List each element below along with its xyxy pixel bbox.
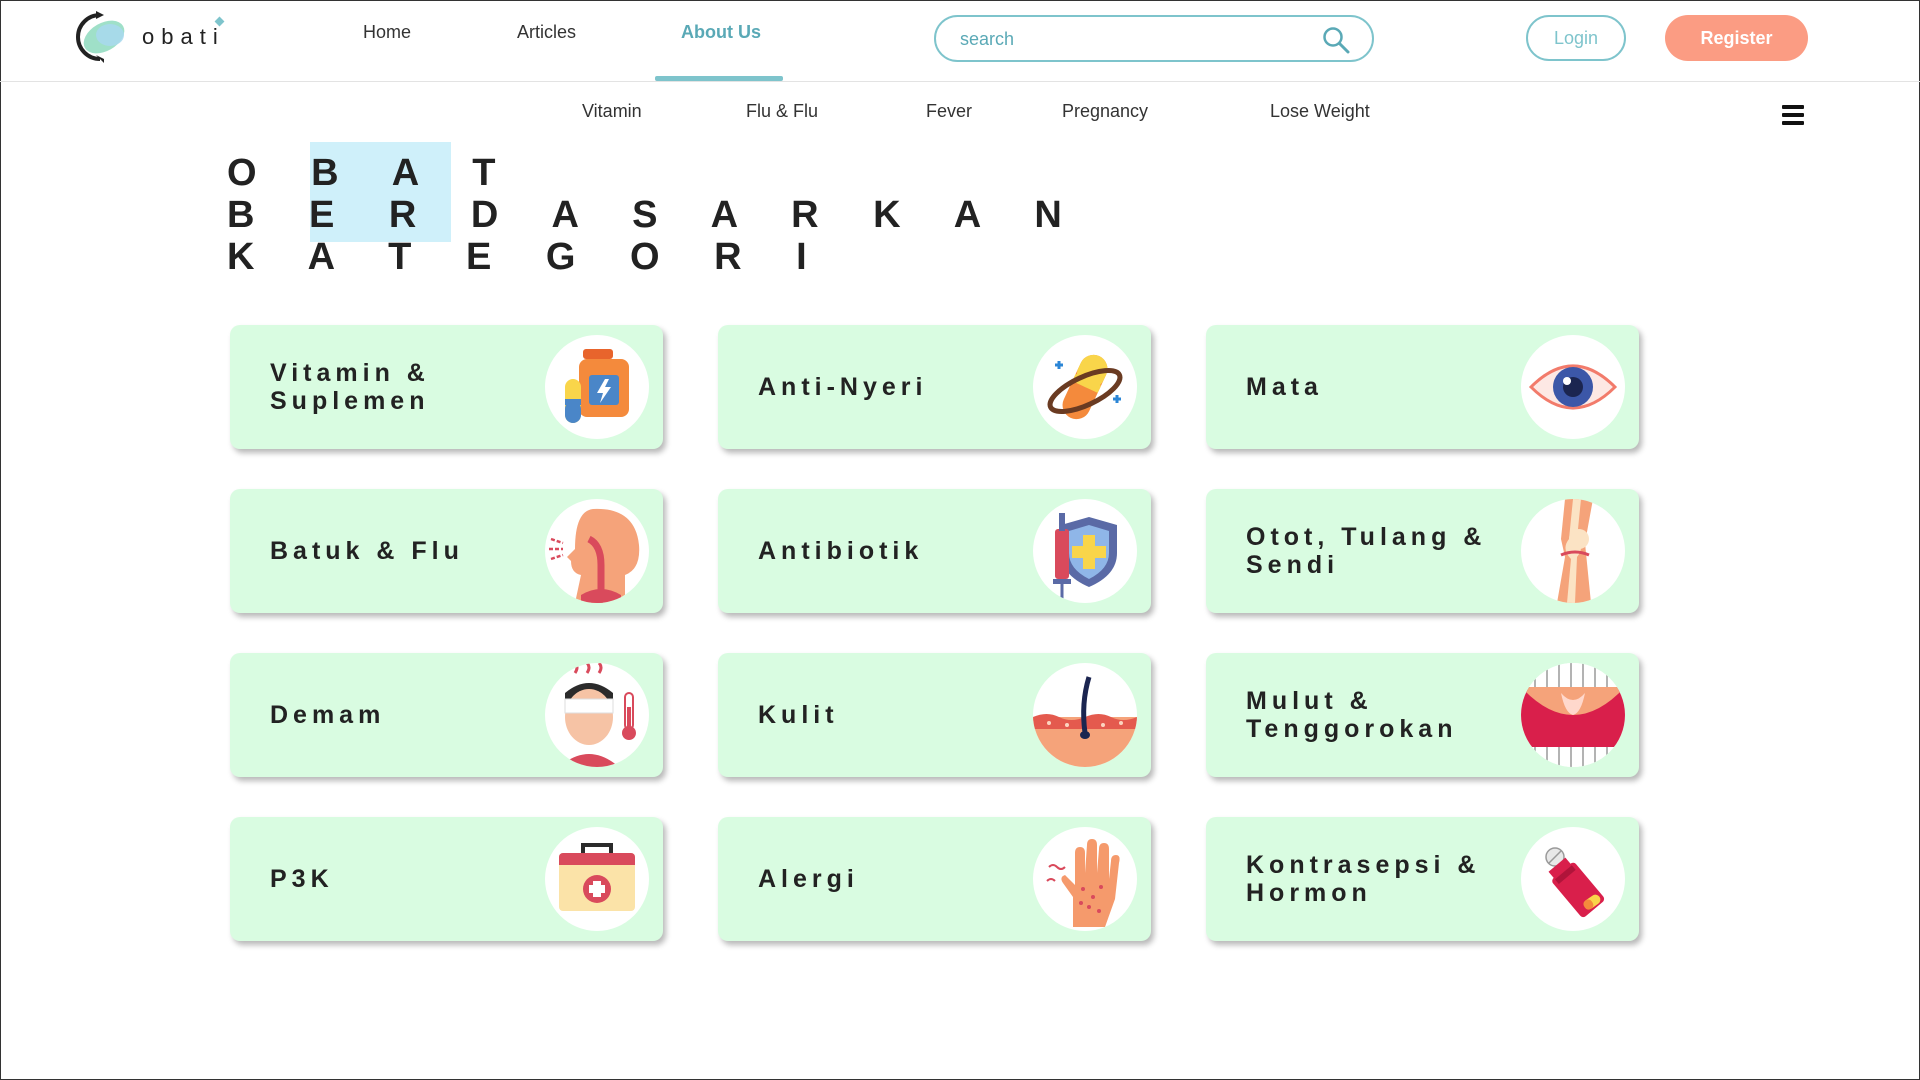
nav-home[interactable]: Home: [363, 22, 411, 43]
subnav-flu[interactable]: Flu & Flu: [746, 101, 818, 122]
category-label: Batuk & Flu: [270, 537, 464, 565]
eye-icon: [1521, 335, 1625, 439]
category-card-antibiotik[interactable]: Antibiotik: [718, 489, 1151, 613]
category-card-mata[interactable]: Mata: [1206, 325, 1639, 449]
vitamin-bottle-icon: [545, 335, 649, 439]
nav-articles[interactable]: Articles: [517, 22, 576, 43]
nav-about-us[interactable]: About Us: [681, 22, 761, 43]
category-label: Kulit: [758, 701, 839, 729]
contraceptive-pills-icon: [1521, 827, 1625, 931]
register-button[interactable]: Register: [1665, 15, 1808, 61]
cough-throat-icon: [545, 499, 649, 603]
category-card-alergi[interactable]: Alergi: [718, 817, 1151, 941]
category-label: Vitamin & Suplemen: [270, 359, 430, 415]
category-card-otot-tulang[interactable]: Otot, Tulang & Sendi: [1206, 489, 1639, 613]
category-label: Antibiotik: [758, 537, 924, 565]
category-card-anti-nyeri[interactable]: Anti-Nyeri: [718, 325, 1151, 449]
category-label: Mata: [1246, 373, 1323, 401]
category-label: Mulut & Tenggorokan: [1246, 687, 1458, 743]
top-header: obati Home Articles About Us Login Regis…: [0, 0, 1920, 82]
skin-hair-icon: [1033, 663, 1137, 767]
category-label: Alergi: [758, 865, 859, 893]
subnav-pregnancy[interactable]: Pregnancy: [1062, 101, 1148, 122]
fever-thermometer-icon: [545, 663, 649, 767]
page-title-line-2: B E R D A S A R K A N: [227, 194, 1084, 236]
logo-icon: [76, 11, 125, 63]
category-card-mulut[interactable]: Mulut & Tenggorokan: [1206, 653, 1639, 777]
active-nav-indicator: [655, 76, 783, 81]
subnav-vitamin[interactable]: Vitamin: [582, 101, 642, 122]
category-card-demam[interactable]: Demam: [230, 653, 663, 777]
mouth-throat-icon: [1521, 663, 1625, 767]
subnav-fever[interactable]: Fever: [926, 101, 972, 122]
page-title-line-1: O B A T: [227, 152, 518, 194]
category-label: Anti-Nyeri: [758, 373, 928, 401]
syringe-shield-icon: [1033, 499, 1137, 603]
subnav-lose-weight[interactable]: Lose Weight: [1270, 101, 1370, 122]
first-aid-kit-icon: [545, 827, 649, 931]
category-label: Otot, Tulang & Sendi: [1246, 523, 1487, 579]
category-label: Demam: [270, 701, 386, 729]
category-card-batuk-flu[interactable]: Batuk & Flu: [230, 489, 663, 613]
search-icon[interactable]: [1322, 26, 1350, 54]
category-card-kulit[interactable]: Kulit: [718, 653, 1151, 777]
brand-logo[interactable]: obati: [70, 8, 240, 66]
knee-joint-icon: [1521, 499, 1625, 603]
category-card-vitamin[interactable]: Vitamin & Suplemen: [230, 325, 663, 449]
login-button[interactable]: Login: [1526, 15, 1626, 61]
page-title: O B A T B E R D A S A R K A N K A T E G …: [227, 152, 1084, 278]
category-card-kontrasepsi[interactable]: Kontrasepsi & Hormon: [1206, 817, 1639, 941]
category-label: P3K: [270, 865, 334, 893]
hamburger-menu-icon[interactable]: [1782, 105, 1804, 125]
search-input[interactable]: [960, 27, 1320, 51]
logo-text: obati: [142, 24, 225, 49]
page-title-line-3: K A T E G O R I: [227, 236, 829, 278]
category-label: Kontrasepsi & Hormon: [1246, 851, 1481, 907]
pill-capsule-icon: [1033, 335, 1137, 439]
search-box[interactable]: [934, 15, 1374, 62]
allergy-hand-icon: [1033, 827, 1137, 931]
category-card-p3k[interactable]: P3K: [230, 817, 663, 941]
